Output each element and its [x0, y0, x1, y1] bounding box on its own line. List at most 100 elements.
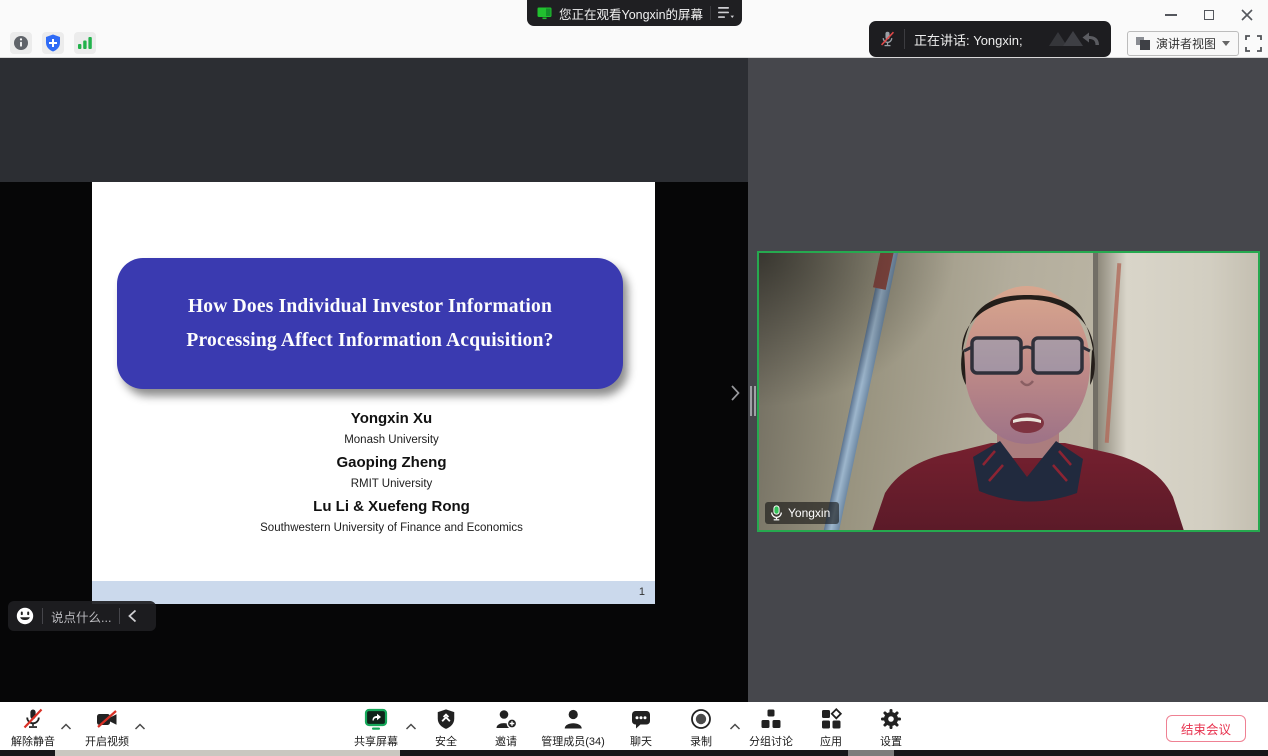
unmute-label: 解除静音 [11, 733, 55, 749]
chat-button[interactable]: 聊天 [629, 706, 653, 749]
shield-plus-icon [45, 34, 61, 52]
info-icon [13, 35, 29, 51]
security-label: 安全 [435, 733, 457, 749]
participant-mic-icon [770, 505, 783, 521]
share-screen-label: 共享屏幕 [354, 733, 398, 749]
annotation-ghost-icons [1045, 29, 1103, 49]
slide-title-line2: Processing Affect Information Acquisitio… [186, 330, 553, 352]
invite-button[interactable]: 邀请 [494, 706, 518, 749]
author-affiliation: Southwestern University of Finance and E… [128, 521, 655, 535]
scrollbar-segment[interactable] [848, 750, 894, 756]
smiley-icon[interactable] [16, 607, 34, 625]
chat-divider [119, 608, 120, 624]
slide-authors: Yongxin Xu Monash University Gaoping Zhe… [92, 410, 655, 542]
participants-label: 管理成员(34) [541, 733, 605, 749]
chat-input-placeholder[interactable]: 说点什么... [51, 607, 111, 626]
shared-screen-area: How Does Individual Investor Information… [0, 58, 748, 702]
participant-name-label: Yongxin [788, 506, 830, 520]
participant-video[interactable]: Yongxin [757, 251, 1260, 532]
close-button[interactable] [1236, 6, 1258, 24]
view-mode-label: 演讲者视图 [1156, 35, 1216, 52]
active-speaker-tooltip: 正在讲话: Yongxin; [869, 21, 1111, 57]
maximize-button[interactable] [1198, 6, 1220, 24]
watching-screen-label: 您正在观看Yongxin的屏幕 [559, 4, 703, 23]
share-screen-button[interactable]: 共享屏幕 [354, 706, 398, 749]
chevron-down-icon [1222, 41, 1230, 46]
author-affiliation: Monash University [128, 433, 655, 447]
zoom-meeting-window: 您正在观看Yongxin的屏幕 正在讲话: Yongxin; 演讲者视图 [0, 0, 1268, 756]
security-icon [435, 707, 457, 731]
security-button[interactable]: 安全 [435, 706, 457, 749]
slide-footer: 1 [92, 581, 655, 604]
unmute-options-chevron[interactable] [61, 717, 72, 735]
end-meeting-button[interactable]: 结束会议 [1166, 715, 1246, 742]
titlebar: 您正在观看Yongxin的屏幕 正在讲话: Yongxin; 演讲者视图 [0, 0, 1268, 58]
chat-label: 聊天 [630, 733, 652, 749]
network-quality-button[interactable] [74, 32, 96, 54]
start-video-button[interactable]: 开启视频 [85, 706, 129, 749]
settings-button[interactable]: 设置 [879, 706, 903, 749]
minimize-button[interactable] [1160, 6, 1182, 24]
meeting-info-button[interactable] [10, 32, 32, 54]
breakout-rooms-button[interactable]: 分组讨论 [749, 706, 793, 749]
watching-screen-pill[interactable]: 您正在观看Yongxin的屏幕 [527, 0, 742, 26]
pill-divider [710, 6, 711, 20]
watching-monitor-icon [537, 7, 552, 20]
splitter-grip-icon [750, 386, 756, 416]
presentation-slide: How Does Individual Investor Information… [92, 182, 655, 604]
apps-button[interactable]: 应用 [819, 706, 843, 749]
author-affiliation: RMIT University [128, 477, 655, 491]
speaker-view-icon [1136, 37, 1150, 50]
maximize-icon [1204, 10, 1214, 20]
panel-splitter[interactable] [748, 58, 757, 702]
quick-chat-bar[interactable]: 说点什么... [8, 601, 156, 631]
breakout-rooms-label: 分组讨论 [749, 733, 793, 749]
participants-button[interactable]: 管理成员(34) [541, 706, 605, 749]
window-controls [1160, 6, 1258, 24]
shared-screen-backdrop [0, 58, 748, 182]
video-options-chevron[interactable] [135, 717, 146, 735]
share-screen-icon [363, 707, 389, 732]
share-options-chevron[interactable] [406, 717, 417, 735]
participant-name-badge: Yongxin [765, 502, 839, 524]
view-mode-button[interactable]: 演讲者视图 [1127, 31, 1239, 56]
tooltip-divider [904, 29, 905, 49]
fullscreen-button[interactable] [1243, 33, 1263, 53]
invite-label: 邀请 [495, 733, 517, 749]
start-video-label: 开启视频 [85, 733, 129, 749]
record-icon [689, 707, 713, 731]
participant-person [759, 253, 1260, 532]
slide-page-number: 1 [639, 586, 645, 598]
mic-muted-icon [21, 707, 45, 731]
meeting-toolbar: 解除静音 开启视频 共享屏幕 安全 邀请 管理成员(34) 聊天 [0, 702, 1268, 750]
apps-label: 应用 [820, 733, 842, 749]
meeting-info-icons [10, 32, 96, 54]
bottom-scrollbar-track[interactable] [0, 750, 1268, 756]
slide-title-line1: How Does Individual Investor Information [188, 296, 552, 318]
record-button[interactable]: 录制 [689, 706, 713, 749]
record-label: 录制 [690, 733, 712, 749]
meeting-content: How Does Individual Investor Information… [0, 58, 1268, 702]
unmute-button[interactable]: 解除静音 [11, 706, 55, 749]
menu-icon[interactable] [718, 7, 734, 19]
chat-icon [629, 707, 653, 731]
scrollbar-thumb[interactable] [55, 750, 400, 756]
settings-gear-icon [879, 707, 903, 731]
breakout-icon [759, 707, 783, 731]
active-speaker-text: 正在讲话: Yongxin; [914, 30, 1045, 49]
participants-icon [561, 707, 585, 731]
chevron-left-icon[interactable] [128, 609, 137, 623]
security-shield-button[interactable] [42, 32, 64, 54]
author-name: Lu Li & Xuefeng Rong [128, 498, 655, 515]
panel-collapse-chevron[interactable] [729, 384, 741, 402]
camera-off-icon [94, 707, 120, 731]
video-panel: Yongxin [757, 58, 1268, 702]
invite-icon [494, 707, 518, 731]
minimize-icon [1165, 14, 1177, 16]
signal-icon [78, 36, 93, 50]
mic-muted-icon [879, 30, 896, 48]
record-options-chevron[interactable] [730, 717, 741, 735]
fullscreen-icon [1245, 35, 1262, 52]
author-name: Yongxin Xu [128, 410, 655, 427]
end-meeting-label: 结束会议 [1181, 719, 1231, 738]
